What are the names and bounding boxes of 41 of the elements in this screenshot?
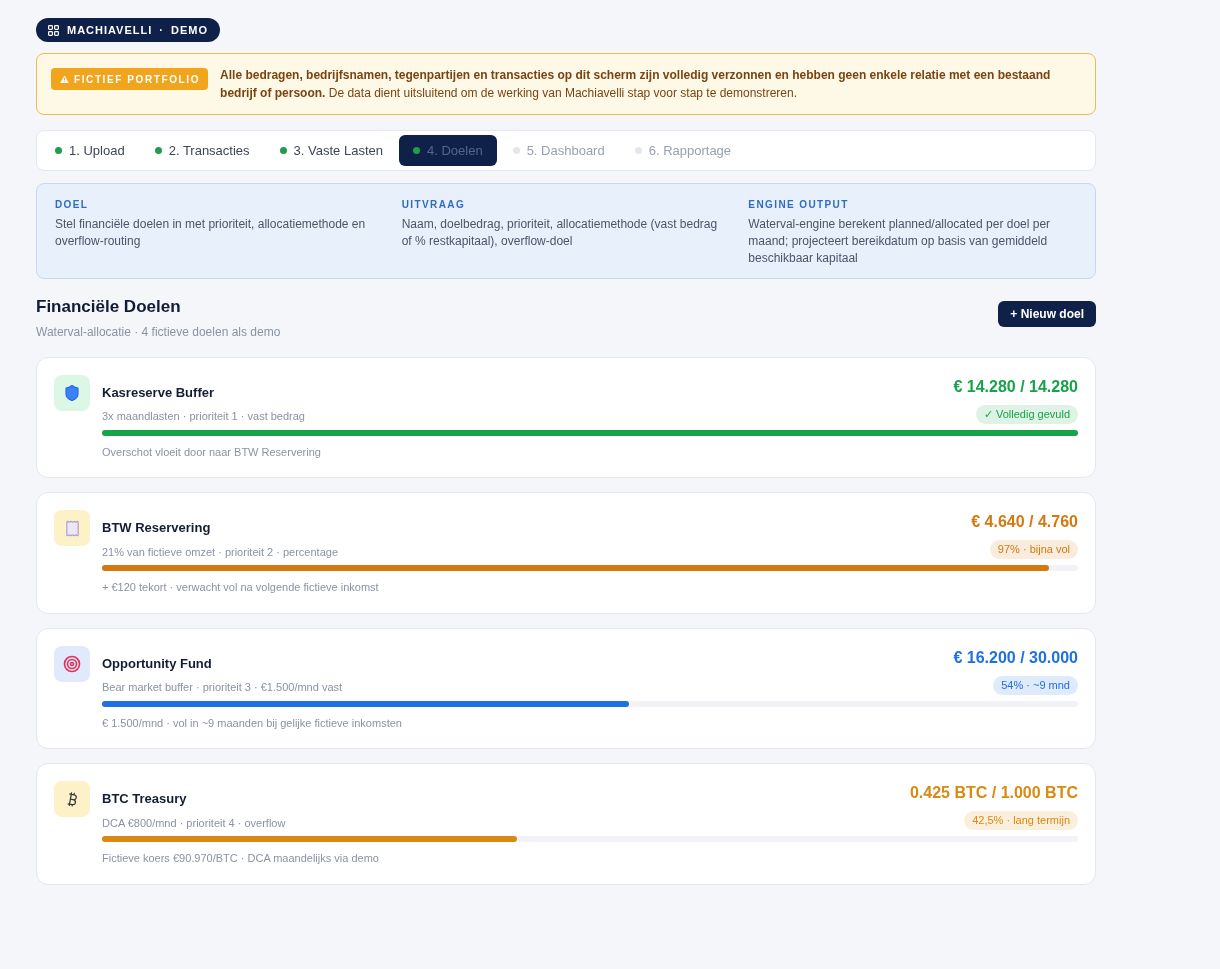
goal-details: Bear market buffer · prioriteit 3 · €1.500/mnd vast — [102, 680, 343, 695]
grid-icon — [48, 24, 59, 36]
info-heading: UITVRAAG — [401, 198, 467, 212]
step-tab[interactable]: 2. Transacties — [140, 135, 264, 166]
info-text: Stel financiële doelen in met prioriteit, allocatiemethode en overflow-routing — [55, 216, 367, 250]
goal-note: Fictieve koers €90.970/BTC · DCA maandelijks via demo — [102, 851, 380, 866]
goal-title: Kasreserve Buffer — [102, 383, 215, 402]
section-title: Financiële Doelen — [36, 296, 182, 318]
status-pill: 42,5% · lang termijn — [964, 811, 1078, 830]
section-subtitle: Waterval-allocatie · 4 fictieve doelen als demo — [36, 323, 281, 341]
goal-note: Overschot vloeit door naar BTW Reservering — [102, 444, 322, 460]
goal-title: Opportunity Fund — [102, 654, 213, 673]
status-pill: ✓ Volledig gevuld — [975, 404, 1078, 424]
brand-label: MACHIAVELLI · DEMO — [67, 22, 208, 38]
goal-details: 3x maandlasten · prioriteit 1 · vast bedrag — [102, 409, 305, 424]
warning-icon — [59, 73, 70, 85]
notice-tag-label: FICTIEF PORTFOLIO — [74, 72, 201, 87]
info-heading: ENGINE OUTPUT — [748, 198, 850, 212]
goal-note: € 1.500/mnd · vol in ~9 maanden bij gelijke fictieve inkomsten — [102, 715, 403, 731]
info-text: Waterval-engine berekent planned/allocated per doel per maand; projecteert bereikdatum op basis van gemiddeld beschikbaar kapitaal — [748, 216, 1052, 267]
goal-amount: € 16.200 / 30.000 — [953, 647, 1078, 668]
status-pill: 54% · ~9 mnd — [993, 675, 1078, 695]
receipt-icon — [54, 510, 90, 546]
goal-amount: € 4.640 / 4.760 — [971, 512, 1078, 532]
step-tab[interactable]: 3. Vaste Lasten — [265, 135, 397, 166]
shield-icon — [54, 374, 90, 411]
goal-details: DCA €800/mnd · prioriteit 4 · overflow — [102, 815, 286, 831]
goal-amount: 0.425 BTC / 1.000 BTC — [909, 783, 1078, 803]
goal-amount: € 14.280 / 14.280 — [953, 376, 1078, 397]
step-tab[interactable]: 1. Upload — [41, 135, 139, 166]
status-pill: 97% · bijna vol — [989, 540, 1078, 559]
notice-text: Alle bedragen, bedrijfsnamen, tegenpartijen en transacties op dit scherm zijn volledig verzonnen en hebben geen enkele relatie met een bestaand bedrijf of persoon. De data dient uitsluitend om de werking van Machiavelli stap voor stap te demonstreren. — [220, 67, 1052, 102]
goal-details: 21% van fictieve omzet · prioriteit 2 · percentage — [102, 544, 338, 560]
bitcoin-icon — [54, 781, 90, 817]
info-heading: DOEL — [55, 198, 90, 212]
goal-note: + €120 tekort · verwacht vol na volgende fictieve inkomst — [102, 580, 380, 595]
goal-title: BTW Reservering — [102, 519, 212, 537]
info-text: Naam, doelbedrag, prioriteit, allocatiemethode (vast bedrag of % restkapitaal), overflow-doel — [401, 216, 719, 250]
goal-title: BTC Treasury — [102, 790, 188, 808]
target-icon — [54, 645, 90, 682]
new-goal-button[interactable]: + Nieuw doel — [998, 301, 1096, 327]
